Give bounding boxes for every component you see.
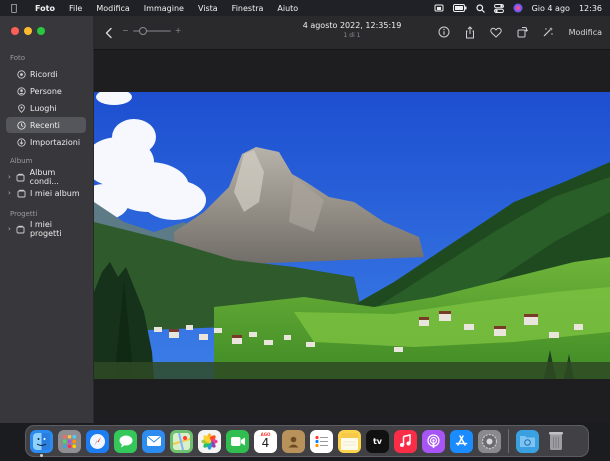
minimize-window-button[interactable] xyxy=(24,27,32,35)
menu-bar-time[interactable]: 12:36 xyxy=(579,4,602,13)
menu-vista[interactable]: Vista xyxy=(191,4,225,13)
share-icon[interactable] xyxy=(463,25,477,39)
calendar-day-label: 4 xyxy=(261,435,270,450)
recents-icon xyxy=(16,120,26,130)
dock-apple-tv-icon[interactable]: tv xyxy=(366,429,389,453)
sidebar-section-library: Foto xyxy=(10,54,26,62)
sidebar-item-label: Luoghi xyxy=(30,103,57,113)
sidebar-item-shared-albums[interactable]: › Album condi... xyxy=(6,168,86,186)
dock: AGO 4 tv xyxy=(25,425,589,457)
dock-system-preferences-icon[interactable] xyxy=(478,429,501,453)
sidebar-item-my-albums[interactable]: › I miei album xyxy=(6,185,86,201)
dock-mail-icon[interactable] xyxy=(142,429,165,453)
menu-aiuto[interactable]: Aiuto xyxy=(270,4,305,13)
imports-icon xyxy=(16,137,26,147)
people-icon xyxy=(16,86,26,96)
close-window-button[interactable] xyxy=(11,27,19,35)
chevron-right-icon[interactable]: › xyxy=(8,173,14,181)
sidebar-item-label: I miei album xyxy=(30,188,80,198)
sidebar-item-label: I miei progetti xyxy=(29,220,62,238)
dock-reminders-icon[interactable] xyxy=(310,429,333,453)
dock-maps-icon[interactable] xyxy=(170,429,193,453)
dock-separator xyxy=(508,429,509,453)
sidebar-item-recenti[interactable]: Recenti xyxy=(6,117,86,133)
sidebar-item-label: Ricordi xyxy=(30,69,58,79)
dock-launchpad-icon[interactable] xyxy=(58,429,81,453)
menu-modifica[interactable]: Modifica xyxy=(89,4,136,13)
sidebar: Foto Ricordi Persone Luoghi Recenti Impo… xyxy=(0,16,94,423)
sidebar-item-importazioni[interactable]: Importazioni xyxy=(6,134,86,150)
chevron-right-icon[interactable]: › xyxy=(8,225,14,233)
window-controls xyxy=(11,27,45,35)
sidebar-item-my-projects[interactable]: › I miei progetti xyxy=(6,220,86,238)
dock-calendar-icon[interactable]: AGO 4 xyxy=(254,429,277,453)
dock-finder-icon[interactable] xyxy=(30,429,53,457)
menu-finestra[interactable]: Finestra xyxy=(225,4,271,13)
sidebar-item-luoghi[interactable]: Luoghi xyxy=(6,100,86,116)
siri-icon[interactable] xyxy=(513,3,523,13)
sidebar-item-label: Album condi... xyxy=(29,168,59,186)
sidebar-item-persone[interactable]: Persone xyxy=(6,83,86,99)
photos-window: Foto Ricordi Persone Luoghi Recenti Impo… xyxy=(0,16,610,423)
dock-facetime-icon[interactable] xyxy=(226,429,249,453)
mountain-photo[interactable] xyxy=(94,92,610,379)
dock-music-icon[interactable] xyxy=(394,429,417,453)
rotate-icon[interactable] xyxy=(515,25,529,39)
album-folder-icon xyxy=(16,188,26,198)
menu-immagine[interactable]: Immagine xyxy=(137,4,191,13)
dock-messages-icon[interactable] xyxy=(114,429,137,453)
apple-tv-label: tv xyxy=(372,436,383,446)
auto-enhance-icon[interactable] xyxy=(541,25,555,39)
search-icon[interactable] xyxy=(475,3,485,13)
sidebar-item-label: Importazioni xyxy=(30,137,81,147)
menu-bar-status: Gio 4 ago 12:36 xyxy=(434,3,610,13)
dock-photos-icon[interactable] xyxy=(198,429,221,453)
dock-contacts-icon[interactable] xyxy=(282,429,305,453)
menu-app-name[interactable]: Foto xyxy=(28,4,62,13)
menu-bar:  Foto File Modifica Immagine Vista Fine… xyxy=(0,0,610,16)
menu-file[interactable]: File xyxy=(62,4,89,13)
battery-icon[interactable] xyxy=(452,4,467,12)
toolbar-actions: Modifica xyxy=(437,25,602,39)
favorite-heart-icon[interactable] xyxy=(489,25,503,39)
edit-button[interactable]: Modifica xyxy=(569,28,602,37)
places-icon xyxy=(16,103,26,113)
running-indicator xyxy=(40,453,43,457)
zoom-window-button[interactable] xyxy=(37,27,45,35)
memories-icon xyxy=(16,69,26,79)
sidebar-section-albums: Album xyxy=(10,157,33,165)
sidebar-item-ricordi[interactable]: Ricordi xyxy=(6,66,86,82)
control-center-icon[interactable] xyxy=(493,3,504,13)
dock-app-store-icon[interactable] xyxy=(450,429,473,453)
sidebar-item-label: Recenti xyxy=(30,120,60,130)
dock-downloads-folder-icon[interactable] xyxy=(516,429,539,453)
photo-viewer xyxy=(94,50,610,423)
dock-trash-icon[interactable] xyxy=(544,430,567,453)
sidebar-item-label: Persone xyxy=(30,86,62,96)
project-folder-icon xyxy=(16,224,26,234)
sidebar-section-projects: Progetti xyxy=(10,210,38,218)
toolbar: − + 4 agosto 2022, 12:35:19 1 di 1 Modif… xyxy=(94,16,610,50)
chevron-right-icon[interactable]: › xyxy=(8,189,14,197)
apple-menu-icon[interactable]:  xyxy=(0,3,28,14)
dock-safari-icon[interactable] xyxy=(86,429,109,453)
screen-mirroring-icon[interactable] xyxy=(434,4,444,13)
shared-album-icon xyxy=(16,172,26,182)
dock-notes-icon[interactable] xyxy=(338,429,361,453)
menu-bar-date[interactable]: Gio 4 ago xyxy=(532,4,570,13)
dock-podcasts-icon[interactable] xyxy=(422,429,445,453)
info-icon[interactable] xyxy=(437,25,451,39)
